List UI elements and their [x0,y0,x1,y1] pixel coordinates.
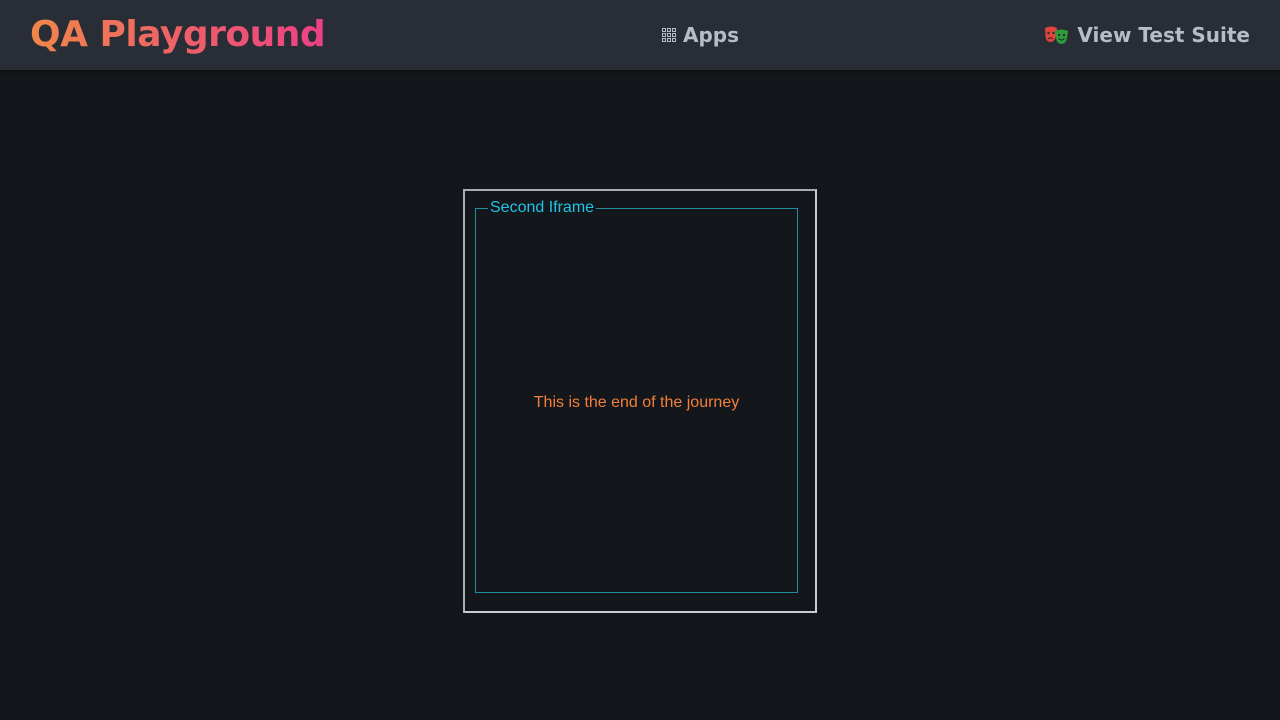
second-iframe-legend: Second Iframe [488,199,597,217]
journey-end-message: This is the end of the journey [533,394,740,411]
view-test-suite-link[interactable]: View Test Suite [1044,21,1250,49]
theater-masks-icon [1045,26,1069,44]
second-iframe-fieldset: Second Iframe This is the end of the jou… [475,199,798,593]
site-logo-link[interactable]: QA Playground [30,12,326,58]
nav-apps-label: Apps [683,23,740,47]
top-navbar: QA Playground Apps View Test Suite [0,0,1280,70]
nav-apps-link[interactable]: Apps [662,21,739,49]
view-test-suite-label: View Test Suite [1077,23,1250,47]
first-iframe: Second Iframe This is the end of the jou… [463,189,817,613]
grid-icon [662,28,676,42]
